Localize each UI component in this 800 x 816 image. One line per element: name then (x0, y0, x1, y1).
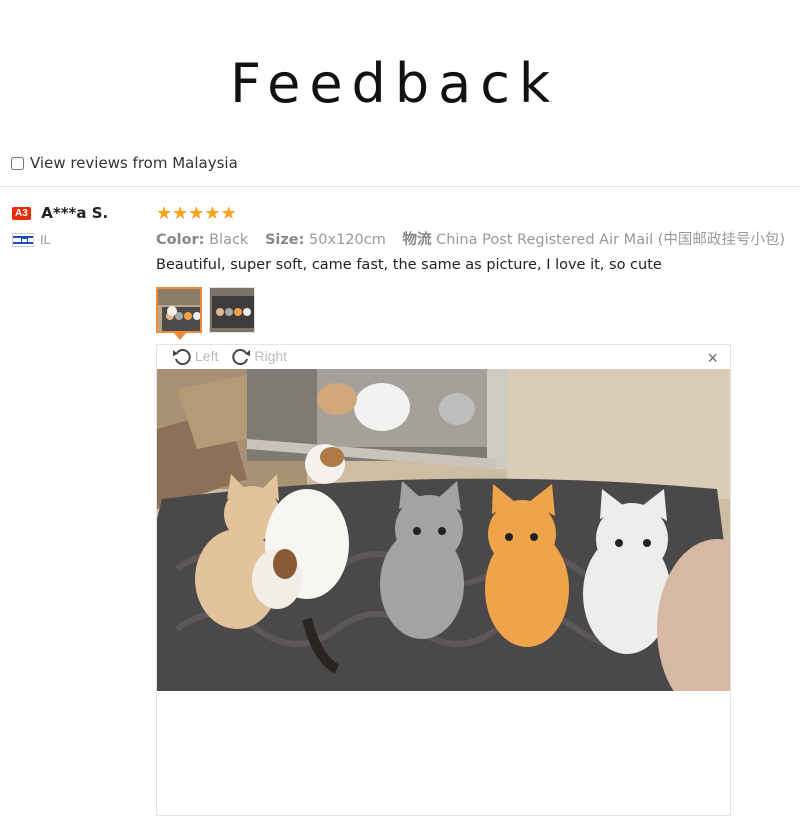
star-icon: ★ (156, 203, 173, 223)
star-rating: ★ ★ ★ ★ ★ (156, 204, 796, 222)
thumbnail-pointer (174, 333, 186, 340)
color-value: Black (209, 232, 249, 248)
star-icon: ★ (172, 203, 189, 223)
photo-viewer: Left Right × (156, 344, 731, 816)
review-photo[interactable] (157, 369, 730, 691)
shipping-label: 物流 (402, 232, 432, 248)
divider (0, 186, 800, 187)
review-photo-thumbnail[interactable] (156, 287, 202, 333)
reviewer-name: A***a S. (41, 204, 109, 222)
review-photo-thumbnail[interactable] (209, 287, 255, 333)
color-label: Color: (156, 232, 205, 248)
review-photo-thumbnails (156, 287, 255, 333)
star-icon: ★ (188, 203, 205, 223)
photo-viewer-toolbar: Left Right (157, 345, 730, 367)
reviewer-country: IL (12, 232, 108, 247)
reviewer-level-badge: A3 (12, 206, 31, 220)
star-icon: ★ (220, 203, 237, 223)
rotate-right-icon (232, 349, 251, 366)
rotate-right-label: Right (254, 348, 288, 364)
rotate-left-icon (173, 349, 191, 366)
star-icon: ★ (204, 203, 221, 223)
review-text: Beautiful, super soft, came fast, the sa… (156, 257, 662, 273)
page-title: Feedback (230, 52, 560, 115)
israel-flag-icon (12, 232, 34, 247)
shipping-value: China Post Registered Air Mail (中国邮政挂号小包… (436, 232, 786, 248)
country-filter[interactable]: View reviews from Malaysia (11, 154, 238, 172)
order-attributes: Color: Black Size: 50x120cm 物流 China Pos… (156, 228, 796, 249)
close-icon[interactable]: × (707, 349, 718, 367)
rotate-left-button[interactable]: Left (171, 345, 218, 367)
review-body: ★ ★ ★ ★ ★ Color: Black Size: 50x120cm 物流… (156, 204, 796, 273)
country-filter-label: View reviews from Malaysia (30, 154, 238, 172)
size-value: 50x120cm (309, 232, 386, 248)
size-label: Size: (264, 232, 305, 248)
reviewer-info: A3 A***a S. IL (12, 204, 108, 247)
country-filter-checkbox[interactable] (11, 156, 24, 170)
rotate-right-button[interactable]: Right (230, 345, 287, 367)
reviewer-country-code: IL (40, 232, 51, 248)
rotate-left-label: Left (195, 348, 219, 364)
